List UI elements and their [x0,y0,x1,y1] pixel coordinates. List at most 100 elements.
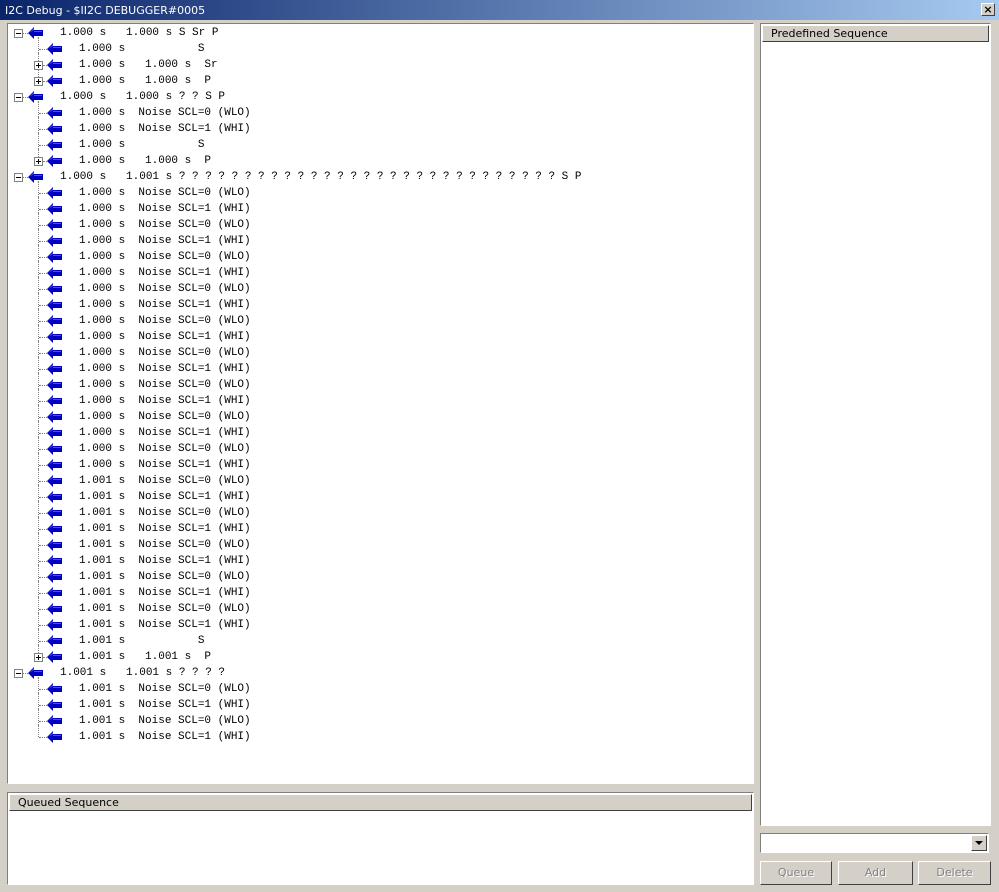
collapse-icon[interactable] [14,173,23,182]
tree-node[interactable]: 1.000 s Noise SCL=1 (WHI) [9,389,749,409]
tree-node-label: 1.000 s Noise SCL=0 (WLO) [79,251,251,263]
tree-node[interactable]: 1.000 s Noise SCL=0 (WLO) [9,437,749,457]
tree-node[interactable]: 1.001 s Noise SCL=0 (WLO) [9,469,749,489]
tree-group-node[interactable]: 1.000 s 1.000 s S Sr P [9,25,749,41]
tree-node[interactable]: 1.000 s Noise SCL=0 (WLO) [9,277,749,297]
tree-node[interactable]: 1.001 s Noise SCL=0 (WLO) [9,597,749,617]
arrow-left-icon [47,267,62,279]
tree-node[interactable]: 1.000 s Noise SCL=1 (WHI) [9,357,749,377]
arrow-left-icon [47,475,62,487]
tree-node[interactable]: 1.001 s Noise SCL=1 (WHI) [9,581,749,601]
tree-node-label: 1.000 s Noise SCL=0 (WLO) [79,107,251,119]
tree-node[interactable]: 1.000 s 1.000 s P [9,149,749,169]
arrow-left-icon [28,171,43,183]
tree-node-label: 1.000 s S [79,43,205,55]
arrow-left-icon [47,443,62,455]
tree-node-label: 1.000 s Noise SCL=1 (WHI) [79,427,251,439]
arrow-left-icon [47,379,62,391]
tree-node[interactable]: 1.001 s 1.001 s P [9,645,749,665]
tree-node-label: 1.001 s Noise SCL=1 (WHI) [79,731,251,743]
expand-icon[interactable] [34,653,43,662]
queued-sequence-header-label: Queued Sequence [18,796,119,809]
tree-node[interactable]: 1.001 s Noise SCL=1 (WHI) [9,549,749,569]
tree-node-label: 1.001 s Noise SCL=0 (WLO) [79,539,251,551]
tree-node[interactable]: 1.000 s Noise SCL=0 (WLO) [9,405,749,425]
tree-node-label: 1.000 s Noise SCL=0 (WLO) [79,187,251,199]
tree-node[interactable]: 1.001 s Noise SCL=0 (WLO) [9,709,749,729]
collapse-icon[interactable] [14,29,23,38]
arrow-left-icon [47,283,62,295]
tree-node-label: 1.001 s Noise SCL=1 (WHI) [79,555,251,567]
tree-node-label: 1.001 s Noise SCL=0 (WLO) [79,715,251,727]
tree-node[interactable]: 1.001 s Noise SCL=0 (WLO) [9,501,749,521]
add-button-label: Add [864,866,887,879]
tree-node[interactable]: 1.000 s Noise SCL=0 (WLO) [9,373,749,393]
close-icon[interactable]: × [981,3,995,16]
arrow-left-icon [47,315,62,327]
tree-node[interactable]: 1.000 s Noise SCL=0 (WLO) [9,213,749,233]
arrow-left-icon [47,123,62,135]
tree-node-label: 1.001 s Noise SCL=1 (WHI) [79,699,251,711]
tree-node[interactable]: 1.001 s Noise SCL=1 (WHI) [9,693,749,713]
predefined-sequence-panel[interactable] [760,23,991,826]
add-button[interactable]: Add [838,861,913,885]
arrow-left-icon [47,603,62,615]
tree-node[interactable]: 1.001 s S [9,629,749,649]
tree-node[interactable]: 1.000 s Noise SCL=1 (WHI) [9,421,749,441]
tree-group-node[interactable]: 1.000 s 1.001 s ? ? ? ? ? ? ? ? ? ? ? ? … [9,169,749,185]
tree-node[interactable]: 1.000 s Noise SCL=1 (WHI) [9,197,749,217]
tree-node-label: 1.001 s S [79,635,205,647]
tree-node[interactable]: 1.001 s Noise SCL=0 (WLO) [9,565,749,585]
tree-node-label: 1.001 s 1.001 s ? ? ? ? [60,667,226,679]
arrow-left-icon [28,27,43,39]
tree-node[interactable]: 1.000 s Noise SCL=1 (WHI) [9,261,749,281]
arrow-left-icon [47,635,62,647]
arrow-left-icon [47,539,62,551]
tree-node-label: 1.000 s Noise SCL=1 (WHI) [79,363,251,375]
tree-node[interactable]: 1.001 s Noise SCL=1 (WHI) [9,725,749,745]
tree-node[interactable]: 1.000 s Noise SCL=1 (WHI) [9,325,749,345]
sequence-select[interactable] [760,833,989,853]
tree-node[interactable]: 1.000 s Noise SCL=0 (WLO) [9,181,749,201]
tree-node[interactable]: 1.000 s Noise SCL=0 (WLO) [9,245,749,265]
tree-node[interactable]: 1.000 s Noise SCL=1 (WHI) [9,117,749,137]
tree-node[interactable]: 1.000 s 1.000 s Sr [9,53,749,73]
chevron-down-icon[interactable] [971,835,987,851]
tree-node[interactable]: 1.001 s Noise SCL=1 (WHI) [9,517,749,537]
tree-node-label: 1.001 s Noise SCL=0 (WLO) [79,571,251,583]
delete-button[interactable]: Delete [918,861,991,885]
tree-node-label: 1.000 s Noise SCL=1 (WHI) [79,459,251,471]
arrow-left-icon [47,491,62,503]
tree-node[interactable]: 1.000 s Noise SCL=0 (WLO) [9,341,749,361]
tree-node[interactable]: 1.000 s Noise SCL=1 (WHI) [9,229,749,249]
tree-node[interactable]: 1.000 s S [9,133,749,153]
predefined-sequence-header[interactable]: Predefined Sequence [762,25,989,42]
collapse-icon[interactable] [14,93,23,102]
arrow-left-icon [47,59,62,71]
tree-node[interactable]: 1.001 s Noise SCL=1 (WHI) [9,485,749,505]
tree-node[interactable]: 1.000 s Noise SCL=1 (WHI) [9,453,749,473]
tree-node-label: 1.000 s Noise SCL=0 (WLO) [79,379,251,391]
tree-node[interactable]: 1.000 s S [9,37,749,57]
tree-group-node[interactable]: 1.001 s 1.001 s ? ? ? ? [9,665,749,681]
collapse-icon[interactable] [14,669,23,678]
tree-node-label: 1.000 s Noise SCL=1 (WHI) [79,299,251,311]
tree-node[interactable]: 1.001 s Noise SCL=1 (WHI) [9,613,749,633]
tree-group-node[interactable]: 1.000 s 1.000 s ? ? S P [9,89,749,105]
tree-node[interactable]: 1.001 s Noise SCL=0 (WLO) [9,533,749,553]
tree-node[interactable]: 1.000 s Noise SCL=0 (WLO) [9,101,749,121]
tree-node[interactable]: 1.000 s 1.000 s P [9,69,749,89]
trace-tree[interactable]: 1.000 s 1.000 s S Sr P 1.000 s S 1.000 s 1… [9,24,753,783]
tree-node-label: 1.000 s Noise SCL=1 (WHI) [79,267,251,279]
tree-node[interactable]: 1.000 s Noise SCL=1 (WHI) [9,293,749,313]
expand-icon[interactable] [34,157,43,166]
tree-node-label: 1.001 s Noise SCL=0 (WLO) [79,683,251,695]
queued-sequence-header[interactable]: Queued Sequence [9,794,752,811]
tree-node-label: 1.000 s Noise SCL=1 (WHI) [79,203,251,215]
tree-node-label: 1.000 s Noise SCL=0 (WLO) [79,283,251,295]
expand-icon[interactable] [34,77,43,86]
queue-button[interactable]: Queue [760,861,832,885]
tree-node[interactable]: 1.000 s Noise SCL=0 (WLO) [9,309,749,329]
tree-node[interactable]: 1.001 s Noise SCL=0 (WLO) [9,677,749,697]
arrow-left-icon [47,139,62,151]
